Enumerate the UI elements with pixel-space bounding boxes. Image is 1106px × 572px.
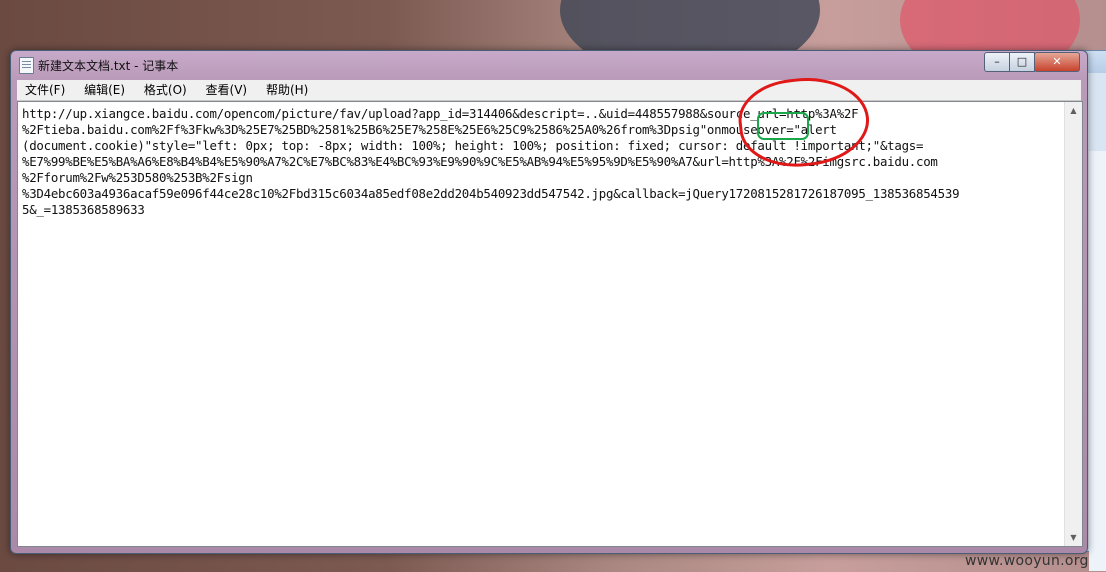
title-bar[interactable]: 新建文本文档.txt - 记事本 – □ ✕ [11, 51, 1087, 79]
text-line: %2Ftieba.baidu.com%2Ff%3Fkw%3D%25E7%25BD… [22, 122, 837, 137]
menu-edit[interactable]: 编辑(E) [76, 80, 132, 99]
close-button[interactable]: ✕ [1034, 52, 1080, 72]
background-window-panel [1089, 151, 1106, 571]
text-line: 5&_=1385368589633 [22, 202, 145, 217]
text-line: %2Fforum%2Fw%253D580%253B%2Fsign [22, 170, 253, 185]
text-line: http://up.xiangce.baidu.com/opencom/pict… [22, 106, 859, 121]
maximize-button[interactable]: □ [1009, 52, 1035, 72]
editor-text[interactable]: http://up.xiangce.baidu.com/opencom/pict… [22, 106, 1062, 218]
watermark: www.wooyun.org [965, 553, 1089, 569]
text-line: %3D4ebc603a4936acaf59e096f44ce28c10%2Fbd… [22, 186, 960, 201]
menu-file[interactable]: 文件(F) [17, 80, 72, 99]
menu-format[interactable]: 格式(O) [136, 80, 194, 99]
vertical-scrollbar[interactable]: ▲ ▼ [1064, 102, 1082, 546]
text-editor[interactable]: http://up.xiangce.baidu.com/opencom/pict… [17, 101, 1083, 547]
scroll-down-arrow-icon[interactable]: ▼ [1065, 529, 1082, 546]
menu-help[interactable]: 帮助(H) [258, 80, 315, 99]
menu-bar: 文件(F) 编辑(E) 格式(O) 查看(V) 帮助(H) [17, 80, 1081, 101]
notepad-window[interactable]: 新建文本文档.txt - 记事本 – □ ✕ 文件(F) 编辑(E) 格式(O)… [10, 50, 1088, 554]
text-line: (document.cookie)"style="left: 0px; top:… [22, 138, 924, 153]
minimize-button[interactable]: – [984, 52, 1010, 72]
menu-view[interactable]: 查看(V) [198, 80, 255, 99]
green-annotation-box [757, 112, 809, 140]
scroll-up-arrow-icon[interactable]: ▲ [1065, 102, 1082, 119]
window-title: 新建文本文档.txt - 记事本 [38, 59, 179, 73]
text-line: %E7%99%BE%E5%BA%A6%E8%B4%B4%E5%90%A7%2C%… [22, 154, 938, 169]
notepad-icon [19, 57, 34, 74]
